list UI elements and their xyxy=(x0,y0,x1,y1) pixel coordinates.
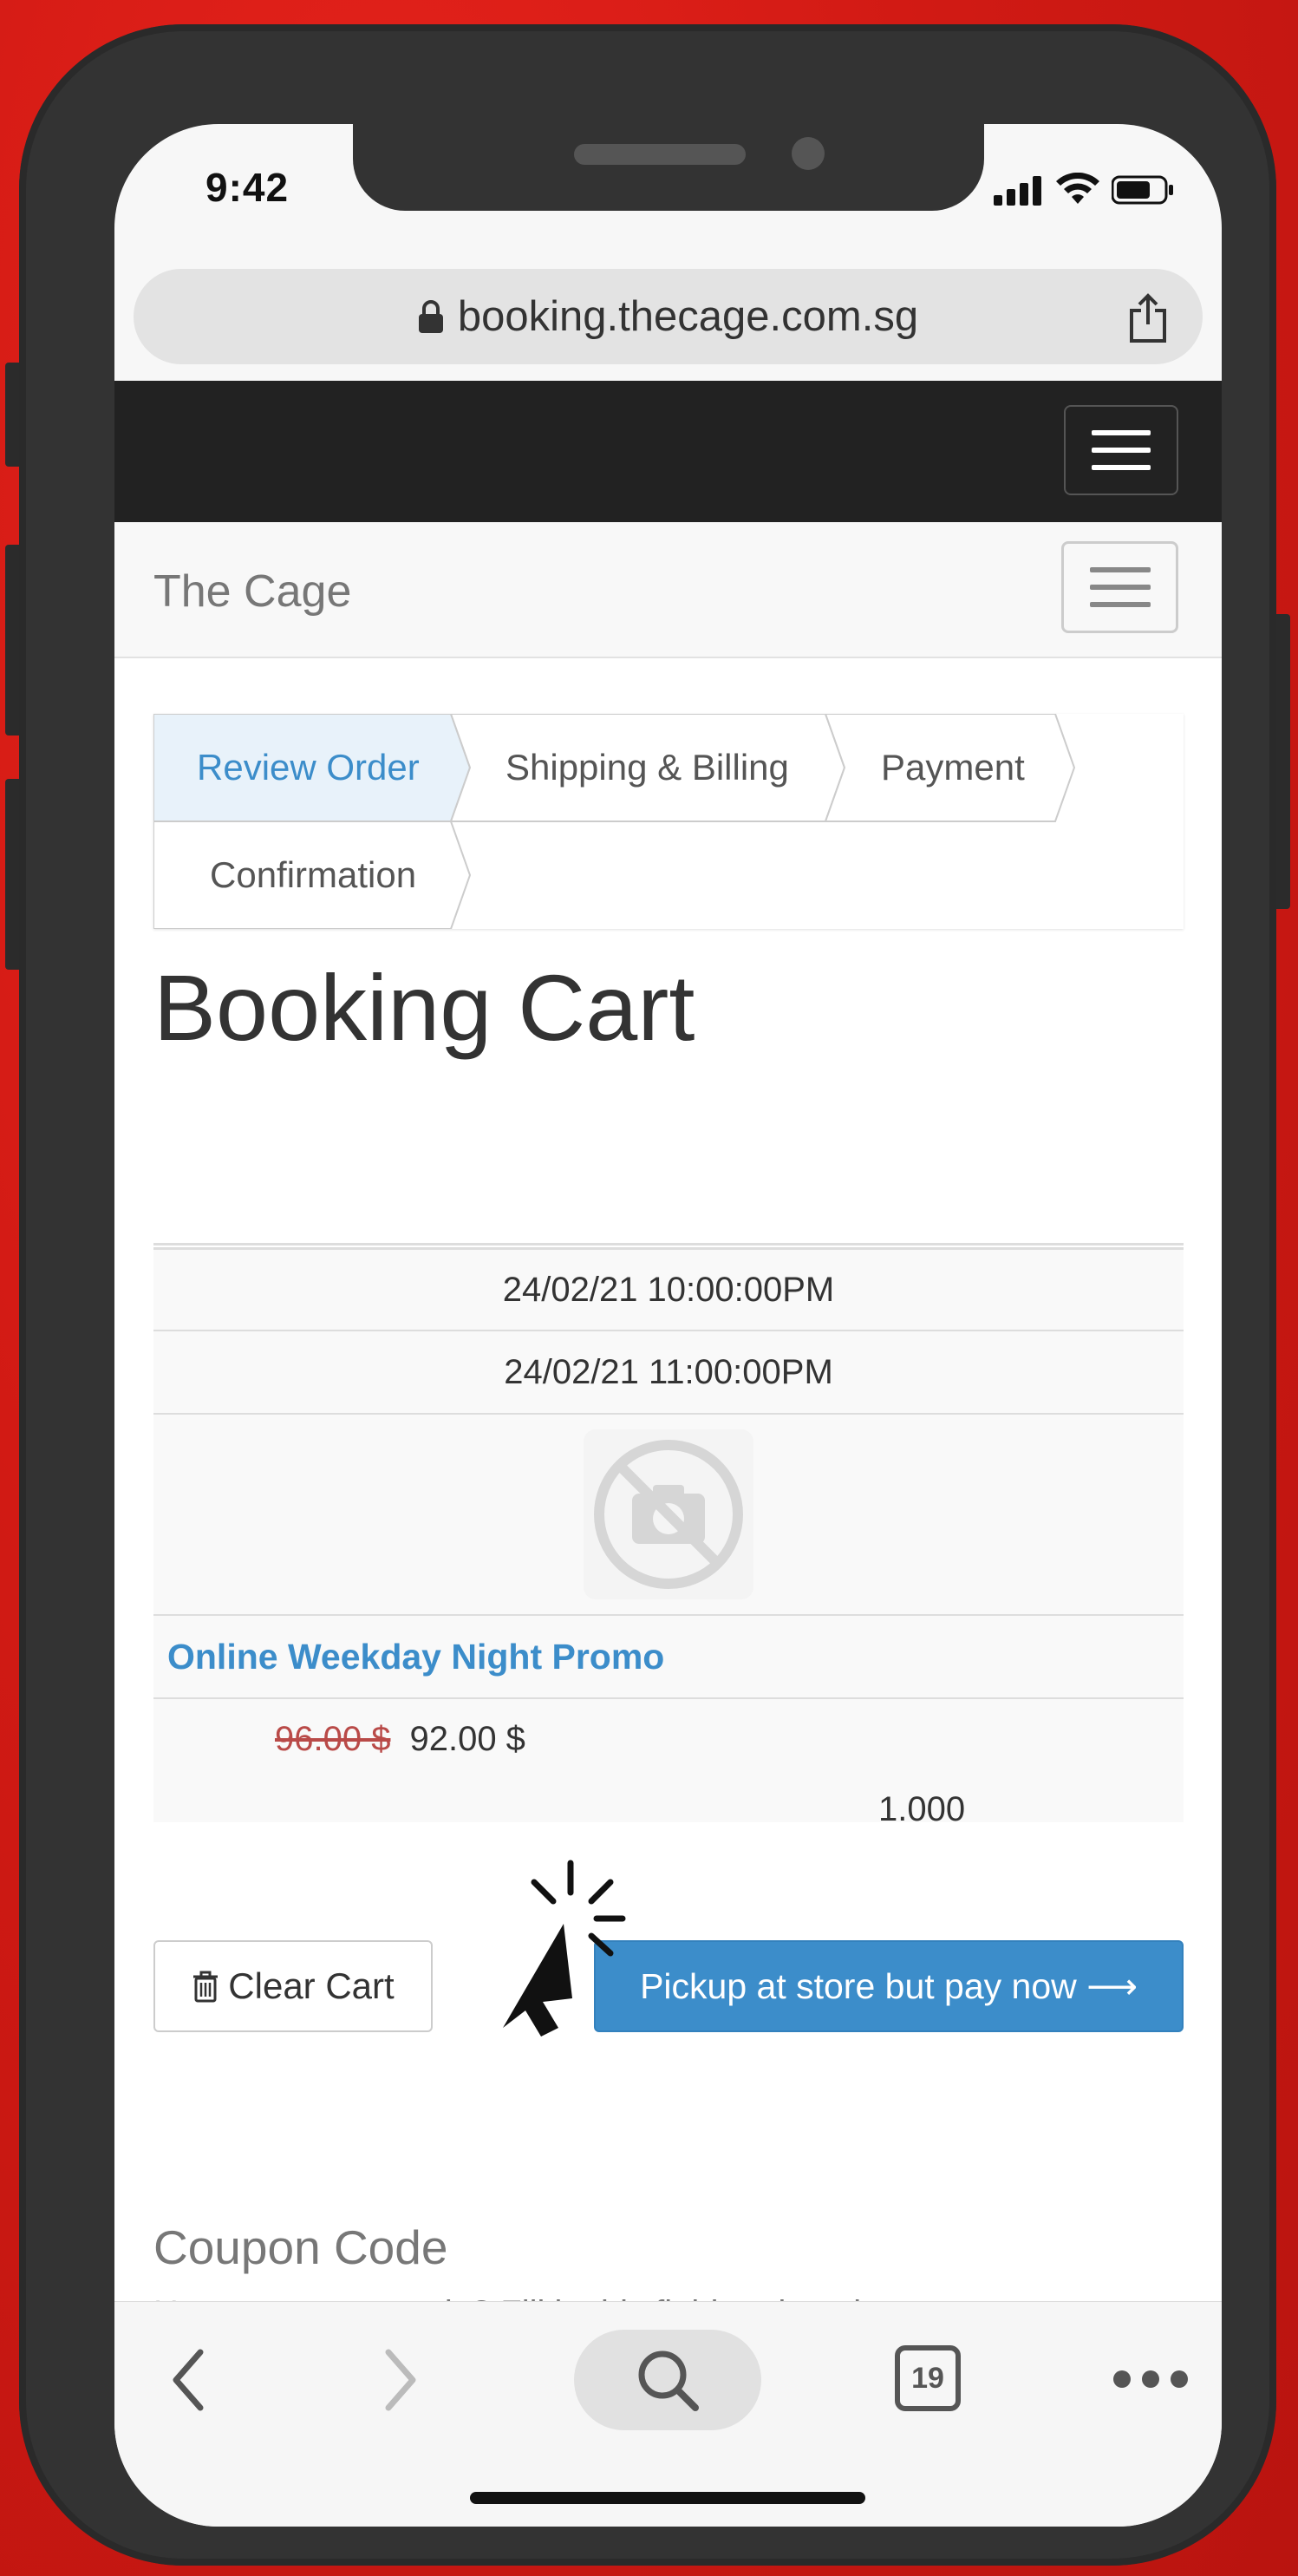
page-content: Review Order Shipping & Billing Payment … xyxy=(114,658,1222,2450)
product-image-placeholder xyxy=(584,1429,753,1599)
tab-count: 19 xyxy=(911,2361,944,2395)
table-header-line xyxy=(153,1243,1184,1250)
clear-cart-button[interactable]: Clear Cart xyxy=(153,1940,433,2032)
dark-menu-toggle[interactable] xyxy=(1064,405,1178,495)
volume-up-button xyxy=(5,545,19,736)
camera xyxy=(792,137,825,170)
table-row: 24/02/21 11:00:00PM xyxy=(153,1331,1184,1415)
cursor-click-icon xyxy=(503,1860,626,2037)
cart-table: 24/02/21 10:00:00PM 24/02/21 11:00:00PM xyxy=(153,1243,1184,1822)
phone-screen: 9:42 booking.thecage.com.sg The Cage Rev… xyxy=(114,124,1222,2527)
step-payment[interactable]: Payment xyxy=(881,714,1025,821)
back-icon[interactable] xyxy=(162,2345,214,2415)
search-icon xyxy=(638,2350,699,2411)
step-review-order[interactable]: Review Order xyxy=(197,714,420,821)
home-indicator xyxy=(470,2492,865,2504)
volume-down-button xyxy=(5,779,19,970)
quantity: 1.000 xyxy=(878,1790,966,1828)
end-time: 24/02/21 11:00:00PM xyxy=(504,1352,833,1391)
table-row xyxy=(153,1415,1184,1616)
table-row: Online Weekday Night Promo xyxy=(153,1616,1184,1699)
silent-switch xyxy=(5,363,19,467)
forward-icon[interactable] xyxy=(375,2345,427,2415)
price-new: 92.00 $ xyxy=(409,1720,525,1758)
site-navbar: The Cage xyxy=(114,522,1222,658)
address-bar[interactable]: booking.thecage.com.sg xyxy=(134,269,1203,364)
toolbar-search-button[interactable] xyxy=(574,2330,761,2430)
product-link[interactable]: Online Weekday Night Promo xyxy=(167,1637,664,1677)
status-icons xyxy=(994,173,1174,206)
checkout-button[interactable]: Pickup at store but pay now ⟶ xyxy=(594,1940,1184,2032)
wifi-icon xyxy=(1056,173,1099,204)
step-confirmation[interactable]: Confirmation xyxy=(210,821,416,929)
url-text: booking.thecage.com.sg xyxy=(457,293,919,340)
trash-icon xyxy=(193,1971,219,2003)
top-dark-navbar xyxy=(114,381,1222,522)
coupon-title: Coupon Code xyxy=(153,2220,448,2274)
step-shipping-billing[interactable]: Shipping & Billing xyxy=(506,714,789,821)
speaker xyxy=(574,144,746,165)
share-icon[interactable] xyxy=(1126,293,1170,343)
start-time: 24/02/21 10:00:00PM xyxy=(502,1270,835,1309)
page-title: Booking Cart xyxy=(153,955,695,1060)
site-menu-toggle[interactable] xyxy=(1061,541,1178,633)
checkout-steps: Review Order Shipping & Billing Payment … xyxy=(153,714,1184,929)
lock-icon xyxy=(418,300,443,333)
no-photo-icon xyxy=(594,1440,743,1589)
site-brand[interactable]: The Cage xyxy=(153,566,351,618)
notch xyxy=(353,124,984,211)
table-row: 96.00 $ 92.00 $ xyxy=(153,1699,1184,1822)
hamburger-icon xyxy=(1089,567,1151,572)
more-icon[interactable] xyxy=(1112,2366,1190,2392)
tabs-button[interactable]: 19 xyxy=(895,2345,961,2411)
phone-frame: 9:42 booking.thecage.com.sg The Cage Rev… xyxy=(5,24,1290,2566)
hamburger-icon xyxy=(1092,430,1151,435)
battery-icon xyxy=(1112,175,1173,205)
status-time: 9:42 xyxy=(205,165,290,210)
signal-icon xyxy=(994,176,1041,206)
table-row: 24/02/21 10:00:00PM xyxy=(153,1250,1184,1331)
price-old: 96.00 $ xyxy=(275,1720,391,1758)
power-button xyxy=(1276,614,1290,909)
